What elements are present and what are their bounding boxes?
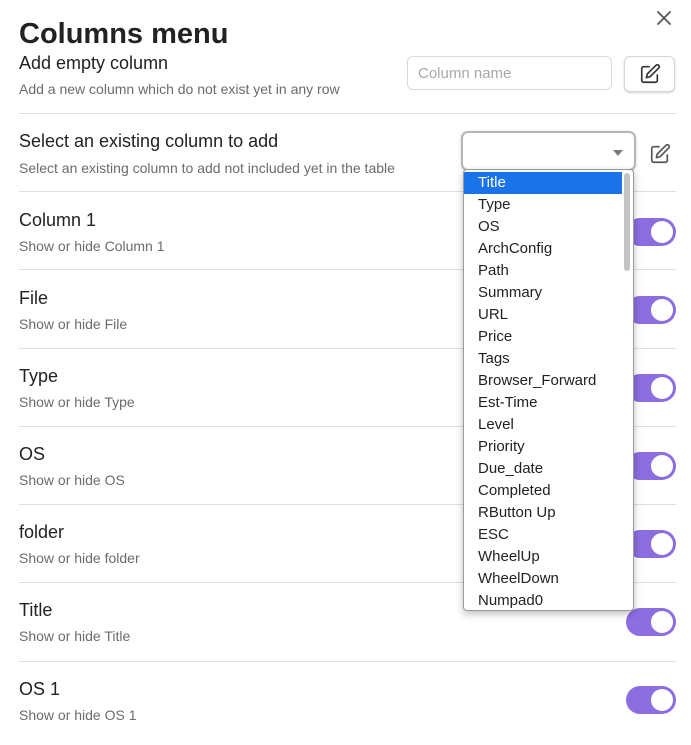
option-item[interactable]: Est-Time [464, 392, 622, 414]
option-item[interactable]: Level [464, 414, 622, 436]
option-item[interactable]: Browser_Forward [464, 370, 622, 392]
option-item[interactable]: Completed [464, 480, 622, 502]
add-existing-column-description: Select an existing column to add not inc… [19, 160, 395, 176]
column-title: Type [19, 366, 59, 386]
column-description: Show or hide Title [19, 628, 131, 644]
close-icon [657, 11, 671, 25]
option-item[interactable]: Title [464, 172, 622, 194]
column-title: Title [19, 600, 53, 620]
toggle-knob [651, 533, 673, 555]
column-description: Show or hide Column 1 [19, 238, 165, 254]
option-item[interactable]: Path [464, 260, 622, 282]
edit-icon [640, 63, 660, 84]
option-item[interactable]: OS [464, 216, 622, 238]
add-empty-column-button[interactable] [624, 56, 675, 92]
column-description: Show or hide folder [19, 550, 140, 566]
toggle-knob [651, 455, 673, 477]
option-item[interactable]: URL [464, 304, 622, 326]
column-row-os-1: OS 1 Show or hide OS 1 [19, 661, 676, 745]
add-empty-column-description: Add a new column which do not exist yet … [19, 81, 340, 97]
modal-title: Columns menu [19, 18, 229, 50]
column-name-input[interactable] [407, 56, 612, 90]
add-existing-column-button[interactable] [646, 140, 674, 168]
toggle-knob [651, 221, 673, 243]
option-item[interactable]: Tags [464, 348, 622, 370]
chevron-down-icon [613, 150, 623, 156]
option-item[interactable]: WheelDown [464, 568, 622, 590]
option-item[interactable]: Priority [464, 436, 622, 458]
column-title: Column 1 [19, 210, 97, 230]
close-button[interactable] [652, 6, 676, 30]
existing-column-select[interactable] [461, 131, 636, 171]
option-item[interactable]: Summary [464, 282, 622, 304]
column-title: OS [19, 444, 46, 464]
toggle-title[interactable] [626, 608, 676, 636]
toggle-knob [651, 377, 673, 399]
edit-icon [650, 143, 671, 164]
option-item[interactable]: WheelUp [464, 546, 622, 568]
existing-column-dropdown: Title Type OS ArchConfig Path Summary UR… [463, 169, 634, 611]
add-existing-column-title: Select an existing column to add [19, 131, 279, 151]
option-item[interactable]: Due_date [464, 458, 622, 480]
column-description: Show or hide OS [19, 472, 125, 488]
column-description: Show or hide OS 1 [19, 707, 137, 723]
option-item[interactable]: RButton Up [464, 502, 622, 524]
existing-column-options: Title Type OS ArchConfig Path Summary UR… [464, 170, 633, 610]
column-title: folder [19, 522, 65, 542]
column-title: File [19, 288, 49, 308]
option-item[interactable]: Price [464, 326, 622, 348]
column-description: Show or hide File [19, 316, 128, 332]
option-item[interactable]: ESC [464, 524, 622, 546]
add-empty-column-title: Add empty column [19, 53, 169, 73]
dropdown-scrollbar[interactable] [624, 173, 630, 271]
toggle-knob [651, 611, 673, 633]
column-title: OS 1 [19, 679, 61, 699]
option-item[interactable]: ArchConfig [464, 238, 622, 260]
column-description: Show or hide Type [19, 394, 135, 410]
option-item[interactable]: Type [464, 194, 622, 216]
toggle-knob [651, 689, 673, 711]
toggle-os-1[interactable] [626, 686, 676, 714]
toggle-knob [651, 299, 673, 321]
option-item[interactable]: Numpad0 [464, 590, 622, 610]
